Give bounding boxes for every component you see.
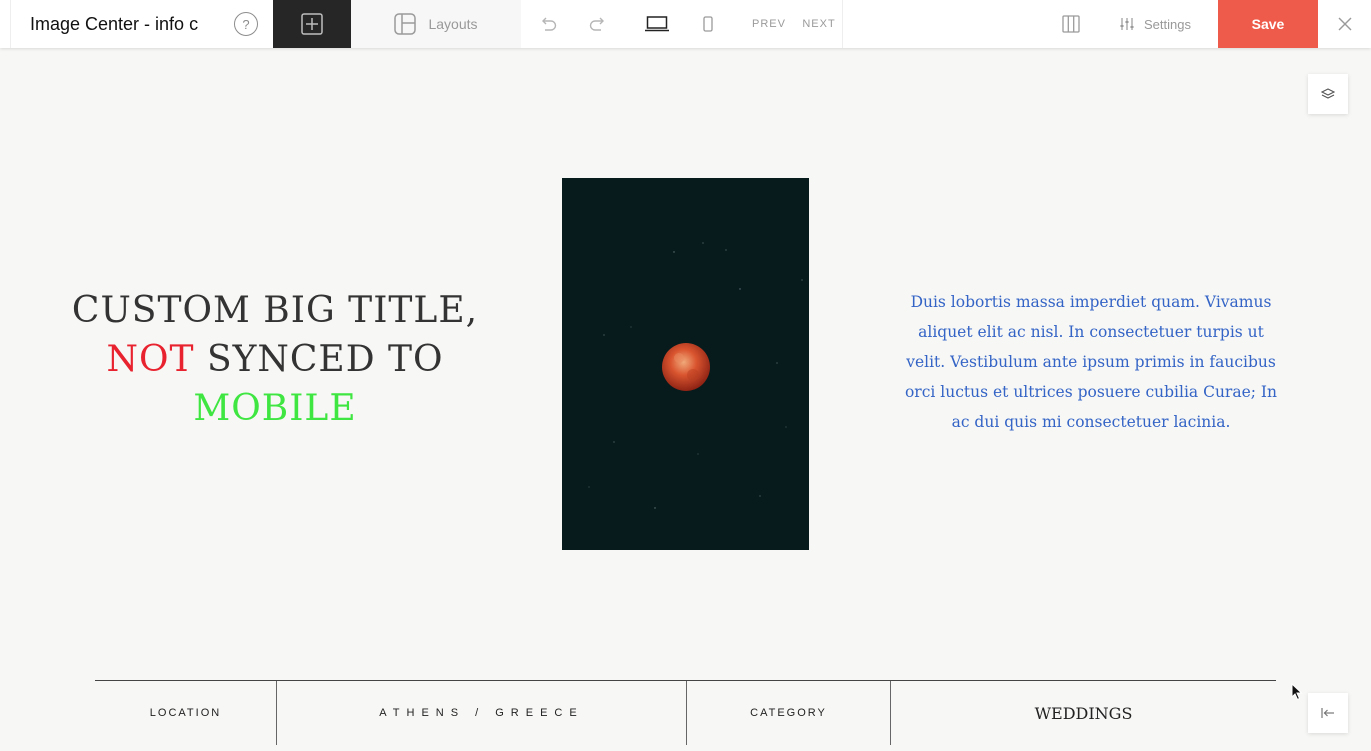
body-paragraph[interactable]: Duis lobortis massa imperdiet quam. Viva… [900, 287, 1282, 437]
collapse-panel-button[interactable] [1308, 693, 1348, 733]
close-icon [1338, 17, 1352, 31]
redo-button[interactable] [582, 0, 614, 48]
layers-icon [1321, 88, 1335, 99]
project-info-bar: LOCATION ATHENS / GREECE CATEGORY WEDDIN… [95, 680, 1276, 745]
settings-label: Settings [1144, 16, 1191, 32]
redo-icon [589, 17, 604, 31]
category-value: WEDDINGS [1034, 703, 1133, 723]
category-label: CATEGORY [687, 681, 891, 745]
moon-photo[interactable] [562, 178, 809, 550]
help-icon: ? [242, 16, 250, 32]
title-line-2-rest: SYNCED TO [194, 339, 444, 380]
desktop-view-button[interactable] [640, 0, 674, 48]
moon-image [562, 178, 809, 550]
columns-icon [1062, 15, 1080, 33]
location-label: LOCATION [95, 681, 277, 745]
document-title[interactable]: Image Center - info c [10, 0, 214, 48]
prev-button[interactable]: PREV [746, 0, 792, 48]
mobile-phone-icon [703, 16, 713, 32]
columns-button[interactable] [1056, 0, 1086, 48]
title-word-mobile: MOBILE [193, 388, 357, 429]
undo-button[interactable] [532, 0, 564, 48]
title-word-not: NOT [106, 339, 195, 380]
layers-button[interactable] [1308, 74, 1348, 114]
laptop-icon [645, 16, 669, 32]
mobile-view-button[interactable] [696, 0, 720, 48]
layouts-icon [394, 13, 417, 35]
sliders-icon [1120, 18, 1134, 30]
help-button[interactable]: ? [234, 12, 258, 36]
plus-square-icon [301, 13, 323, 35]
close-button[interactable] [1330, 0, 1360, 48]
title-line-1: CUSTOM BIG TITLE, [71, 290, 479, 331]
undo-icon [542, 17, 557, 31]
layouts-button[interactable]: Layouts [351, 0, 521, 48]
layouts-label: Layouts [428, 16, 478, 32]
editor-toolbar: Image Center - info c ? Layouts PREV NEX… [0, 0, 1371, 48]
next-button[interactable]: NEXT [796, 0, 843, 48]
settings-button[interactable]: Settings [1120, 0, 1210, 48]
save-label: Save [1251, 16, 1285, 32]
location-value: ATHENS / GREECE [277, 681, 687, 745]
save-button[interactable]: Save [1218, 0, 1318, 48]
collapse-left-icon [1321, 708, 1334, 718]
add-block-button[interactable] [273, 0, 351, 48]
custom-big-title[interactable]: CUSTOM BIG TITLE, NOT SYNCED TO MOBILE [70, 286, 480, 433]
mouse-cursor-icon [1291, 683, 1303, 701]
